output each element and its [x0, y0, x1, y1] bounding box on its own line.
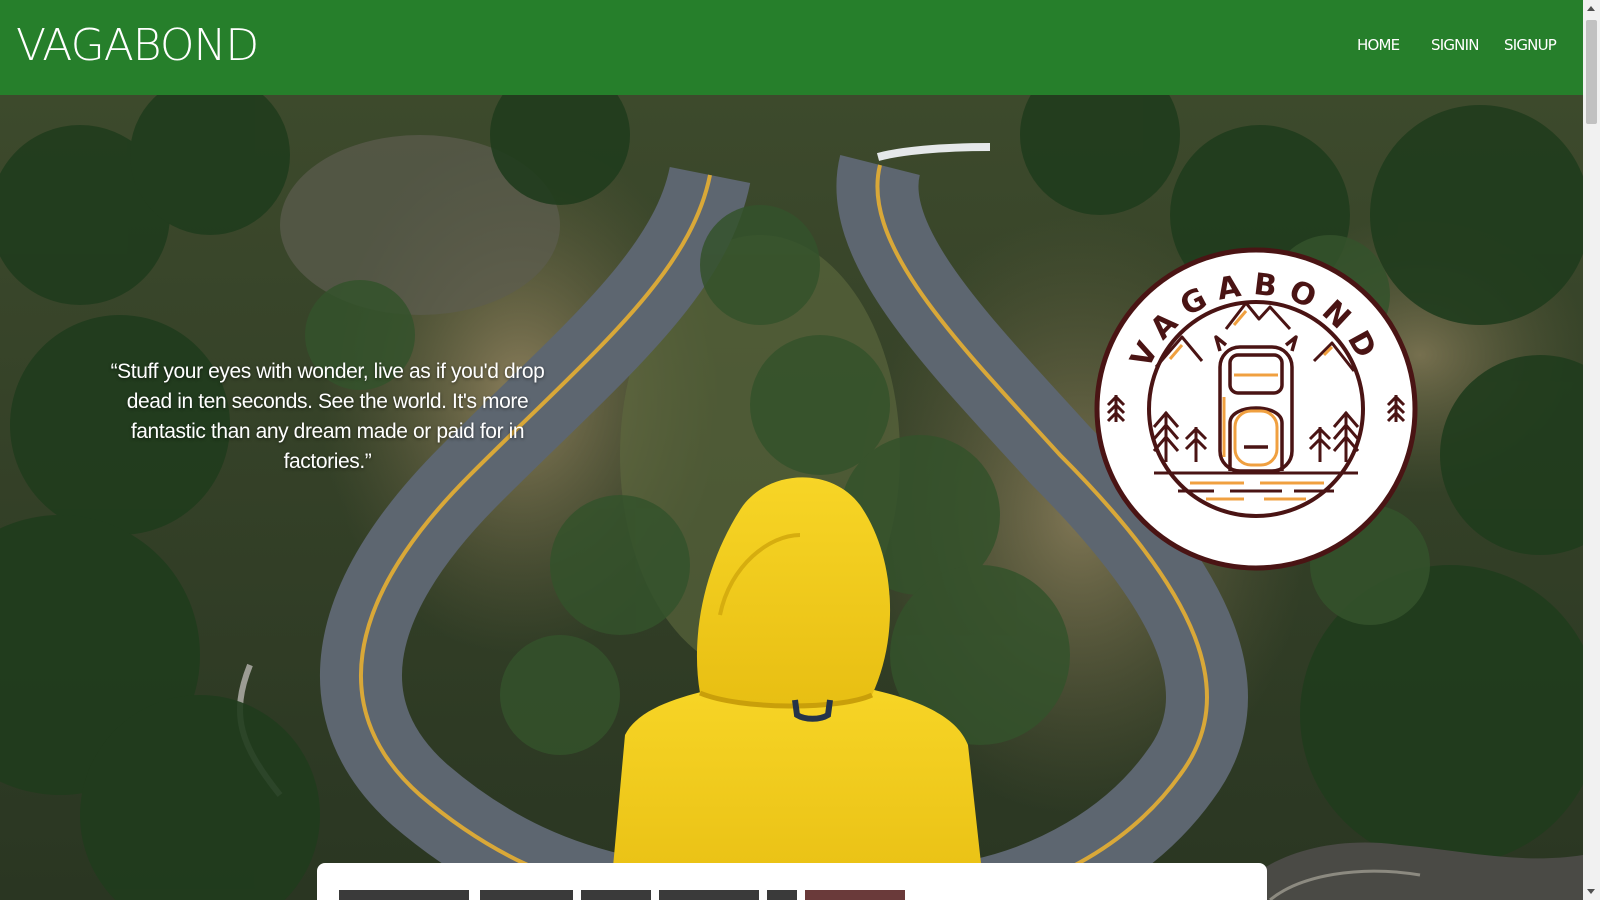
gallery-thumbnail[interactable] — [480, 890, 573, 900]
brand-logo[interactable]: VAGABOND — [16, 20, 259, 72]
hero-section: “Stuff your eyes with wonder, live as if… — [0, 95, 1583, 900]
nav-signin-link[interactable]: SIGNIN — [1431, 36, 1479, 54]
backpack-mountains-trees-icon: VAGABOND — [1094, 247, 1418, 571]
nav-home-link[interactable]: HOME — [1357, 36, 1400, 54]
scroll-up-arrow-icon[interactable] — [1587, 6, 1595, 11]
gallery-thumbnail[interactable] — [659, 890, 759, 900]
navbar: VAGABOND HOME SIGNIN SIGNUP — [0, 0, 1583, 95]
gallery-thumbnail[interactable] — [339, 890, 469, 900]
gallery-thumbnail[interactable] — [805, 890, 905, 900]
vertical-scrollbar[interactable] — [1583, 0, 1600, 900]
scroll-down-arrow-icon[interactable] — [1587, 889, 1595, 894]
page: VAGABOND HOME SIGNIN SIGNUP “Stuff your … — [0, 0, 1600, 900]
hero-quote: “Stuff your eyes with wonder, live as if… — [110, 360, 545, 473]
content-card — [317, 863, 1267, 900]
scrollbar-thumb[interactable] — [1586, 20, 1597, 124]
vagabond-badge: VAGABOND — [1094, 247, 1418, 571]
gallery-thumbnail[interactable] — [581, 890, 651, 900]
gallery-thumbnail[interactable] — [767, 890, 797, 900]
nav-signup-link[interactable]: SIGNUP — [1504, 36, 1557, 54]
